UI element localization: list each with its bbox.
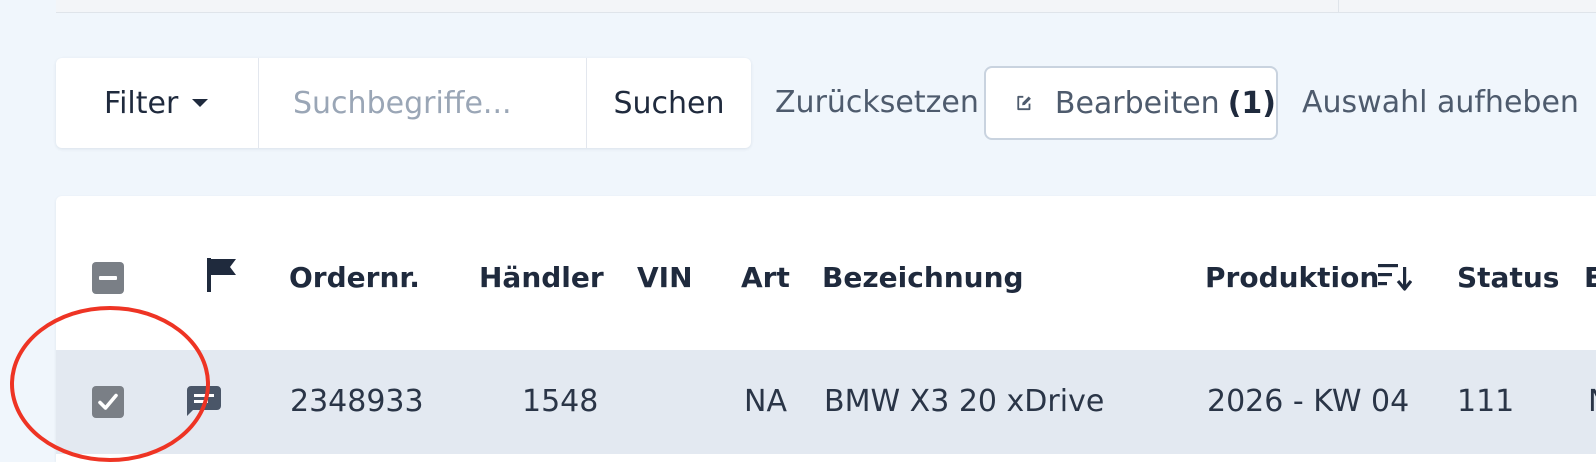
top-panel-edge — [56, 0, 1596, 13]
search-field — [259, 58, 587, 148]
header-dealer[interactable]: Händler — [479, 258, 604, 298]
header-description[interactable]: Bezeichnung — [822, 258, 1024, 298]
cell-type: NA — [744, 384, 787, 419]
filter-dropdown[interactable]: Filter — [56, 58, 259, 148]
sort-descending-icon[interactable] — [1378, 262, 1412, 292]
header-next-column[interactable]: E — [1584, 258, 1596, 298]
search-input[interactable] — [291, 84, 585, 122]
filter-label: Filter — [104, 85, 179, 121]
cell-dealer: 1548 — [522, 384, 599, 419]
reset-link[interactable]: Zurücksetzen — [775, 80, 979, 126]
caret-down-icon — [192, 99, 209, 107]
edit-icon — [1017, 95, 1031, 111]
checkmark-icon — [98, 393, 118, 410]
header-vin[interactable]: VIN — [637, 258, 693, 298]
row-checkbox[interactable] — [92, 386, 124, 418]
cell-next-column: N — [1588, 380, 1596, 424]
search-toolbar: Filter Suchen — [56, 58, 751, 148]
search-button[interactable]: Suchen — [587, 58, 751, 148]
top-panel-divider — [1338, 0, 1339, 12]
select-all-checkbox[interactable] — [92, 262, 124, 294]
cell-production: 2026 - KW 04 — [1207, 384, 1410, 419]
cell-status: 111 — [1457, 384, 1515, 419]
deselect-link[interactable]: Auswahl aufheben — [1302, 80, 1579, 126]
edit-button[interactable]: Bearbeiten (1) — [984, 66, 1278, 140]
header-production[interactable]: Produktion — [1205, 258, 1379, 298]
flag-icon — [207, 258, 236, 292]
cell-description: BMW X3 20 xDrive — [824, 384, 1105, 419]
header-status[interactable]: Status — [1457, 258, 1559, 298]
edit-count: (1) — [1227, 85, 1276, 121]
cell-order: 2348933 — [290, 384, 424, 419]
edit-label: Bearbeiten — [1054, 85, 1220, 121]
comment-icon[interactable] — [187, 386, 221, 416]
header-order[interactable]: Ordernr. — [289, 258, 420, 298]
header-type[interactable]: Art — [741, 258, 790, 298]
